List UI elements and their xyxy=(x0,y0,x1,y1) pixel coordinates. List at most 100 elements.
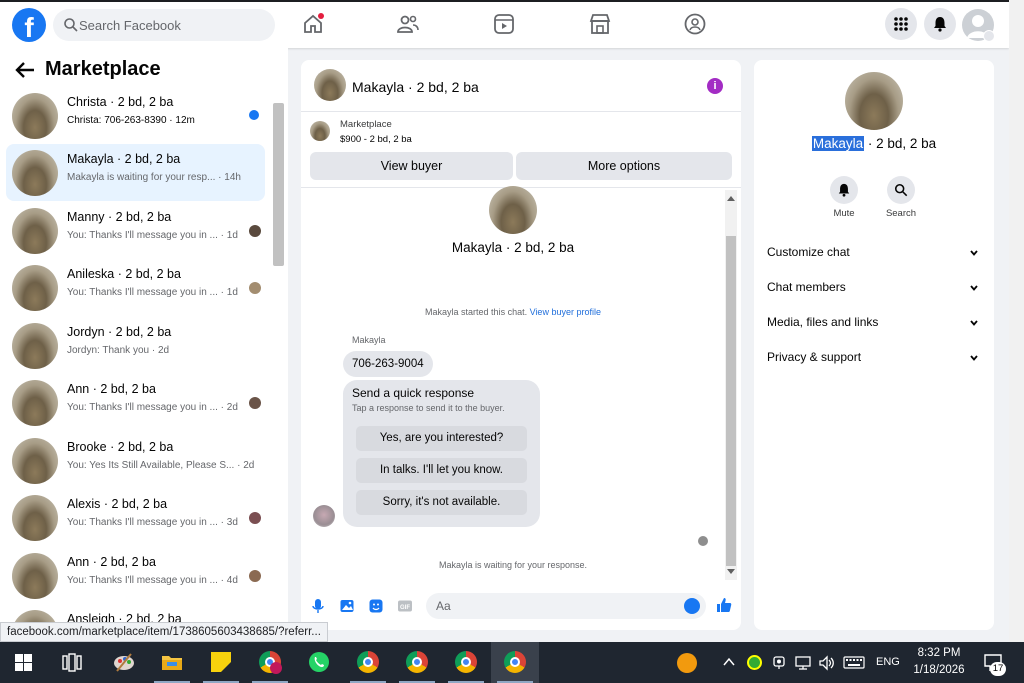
chat-members-row[interactable]: Chat members xyxy=(767,280,981,300)
conversation-item[interactable]: Brooke · 2 bd, 2 ba You: Yes Its Still A… xyxy=(6,432,265,489)
quick-response-subtitle: Tap a response to send it to the buyer. xyxy=(352,403,505,413)
customize-chat-row[interactable]: Customize chat xyxy=(767,245,981,265)
chat-header-title[interactable]: Makayla · 2 bd, 2 ba xyxy=(352,79,479,95)
avatar xyxy=(12,495,58,541)
search-label: Search xyxy=(885,208,917,219)
photo-icon[interactable] xyxy=(339,598,355,614)
task-view-icon[interactable] xyxy=(62,653,82,672)
facebook-logo[interactable]: f xyxy=(12,8,46,42)
seen-avatar xyxy=(249,570,261,582)
microphone-icon[interactable] xyxy=(310,598,326,614)
media-files-links-row[interactable]: Media, files and links xyxy=(767,315,981,335)
message-input[interactable]: Aa xyxy=(426,593,706,619)
search-input[interactable]: Search Facebook xyxy=(53,9,275,41)
view-buyer-profile-link[interactable]: View buyer profile xyxy=(530,307,601,317)
quick-response-option[interactable]: Yes, are you interested? xyxy=(356,426,527,451)
taskbar-chrome[interactable] xyxy=(393,642,441,683)
conversation-item[interactable]: Ann · 2 bd, 2 ba You: Thanks I'll messag… xyxy=(6,547,265,604)
sender-avatar[interactable] xyxy=(313,505,335,527)
info-icon[interactable]: i xyxy=(707,78,723,94)
home-icon[interactable] xyxy=(301,12,325,36)
conversation-preview: Jordyn: Thank you · 2d xyxy=(67,345,170,356)
mute-button[interactable] xyxy=(830,176,858,204)
view-buyer-button[interactable]: View buyer xyxy=(310,152,513,180)
chevron-down-icon xyxy=(970,285,978,291)
sticker-icon[interactable] xyxy=(368,598,384,614)
privacy-support-row[interactable]: Privacy & support xyxy=(767,350,981,370)
volume-icon[interactable] xyxy=(818,655,836,671)
emoji-icon[interactable] xyxy=(684,598,700,614)
quick-response-option[interactable]: Sorry, it's not available. xyxy=(356,490,527,515)
chat-profile-avatar[interactable] xyxy=(489,186,537,234)
more-options-button[interactable]: More options xyxy=(516,152,732,180)
bell-icon xyxy=(934,17,946,32)
notification-center-button[interactable]: 17 xyxy=(983,653,1007,676)
clock-date[interactable]: 1/18/2026 xyxy=(906,664,972,676)
gif-icon[interactable]: GIF xyxy=(397,598,413,614)
groups-icon[interactable] xyxy=(683,12,707,36)
show-hidden-icons-icon[interactable] xyxy=(723,657,735,667)
taskbar-whatsapp[interactable] xyxy=(295,642,343,683)
taskbar-chrome-active[interactable] xyxy=(491,642,539,683)
scrollbar-thumb[interactable] xyxy=(273,103,284,266)
taskbar-chrome-profile[interactable] xyxy=(246,642,294,683)
paint-palette-icon xyxy=(114,653,134,672)
taskbar-sticky-notes[interactable] xyxy=(197,642,245,683)
avatar xyxy=(12,208,58,254)
network-icon[interactable] xyxy=(794,655,812,671)
page-scrollbar[interactable] xyxy=(1009,0,1024,642)
back-arrow-icon[interactable] xyxy=(14,61,36,79)
conversation-name: Ann · 2 bd, 2 ba xyxy=(67,382,156,396)
marketplace-icon[interactable] xyxy=(588,12,612,36)
profile-badge-icon xyxy=(270,662,282,674)
quick-response-option[interactable]: In talks. I'll let you know. xyxy=(356,458,527,483)
conversation-name: Jordyn · 2 bd, 2 ba xyxy=(67,325,172,339)
folder-icon xyxy=(162,656,182,670)
notifications-button[interactable] xyxy=(924,8,956,40)
scroll-up-icon[interactable] xyxy=(726,194,736,202)
status-url-tooltip: facebook.com/marketplace/item/1738605603… xyxy=(0,622,328,642)
profile-avatar-button[interactable] xyxy=(962,9,995,42)
windows-taskbar: ENG 17 xyxy=(0,642,1024,683)
message-bubble[interactable]: 706-263-9004 xyxy=(343,351,433,377)
search-icon xyxy=(894,183,908,197)
conversation-item[interactable]: Jordyn · 2 bd, 2 ba Jordyn: Thank you · … xyxy=(6,317,265,374)
input-language[interactable]: ENG xyxy=(876,656,900,668)
unread-dot xyxy=(249,110,259,120)
chat-header-avatar[interactable] xyxy=(314,69,346,101)
webcam-icon[interactable] xyxy=(771,655,787,671)
conversation-item[interactable]: Anileska · 2 bd, 2 ba You: Thanks I'll m… xyxy=(6,259,265,316)
conversation-item[interactable]: Christa · 2 bd, 2 ba Christa: 706-263-83… xyxy=(6,87,265,144)
taskbar-chrome[interactable] xyxy=(344,642,392,683)
profile-avatar[interactable] xyxy=(845,72,903,130)
windows-start-icon[interactable] xyxy=(15,654,32,671)
mute-label: Mute xyxy=(833,208,855,219)
scroll-down-icon[interactable] xyxy=(726,568,736,576)
listing-source: Marketplace xyxy=(340,119,392,130)
conversation-preview: Christa: 706-263-8390 · 12m xyxy=(67,115,195,126)
taskbar-chrome[interactable] xyxy=(442,642,490,683)
conversation-item[interactable]: Manny · 2 bd, 2 ba You: Thanks I'll mess… xyxy=(6,202,265,259)
clock-time[interactable]: 8:32 PM xyxy=(912,647,966,659)
search-in-chat-button[interactable] xyxy=(887,176,915,204)
taskbar-paint-app[interactable] xyxy=(100,642,148,683)
conversation-item[interactable]: Ann · 2 bd, 2 ba You: Thanks I'll messag… xyxy=(6,374,265,431)
thumbs-up-icon[interactable] xyxy=(715,596,733,614)
taskbar-file-explorer[interactable] xyxy=(148,642,196,683)
conversation-item[interactable]: Alexis · 2 bd, 2 ba You: Thanks I'll mes… xyxy=(6,489,265,546)
tray-app-icon[interactable] xyxy=(747,655,762,670)
avatar xyxy=(12,150,58,196)
sender-name: Makayla xyxy=(352,335,386,345)
conversation-item-selected[interactable]: Makayla · 2 bd, 2 ba Makayla is waiting … xyxy=(6,144,265,201)
keyboard-icon[interactable] xyxy=(843,656,865,669)
chevron-down-icon xyxy=(970,355,978,361)
bell-icon xyxy=(838,183,850,197)
watch-video-icon[interactable] xyxy=(492,12,516,36)
message-scrollbar-thumb[interactable] xyxy=(726,236,736,566)
listing-thumbnail[interactable] xyxy=(310,121,330,141)
avatar xyxy=(12,93,58,139)
weather-icon[interactable] xyxy=(677,653,697,673)
menu-grid-button[interactable] xyxy=(885,8,917,40)
friends-icon[interactable] xyxy=(396,12,420,36)
conversation-preview: Makayla is waiting for your resp... · 14… xyxy=(67,172,241,183)
